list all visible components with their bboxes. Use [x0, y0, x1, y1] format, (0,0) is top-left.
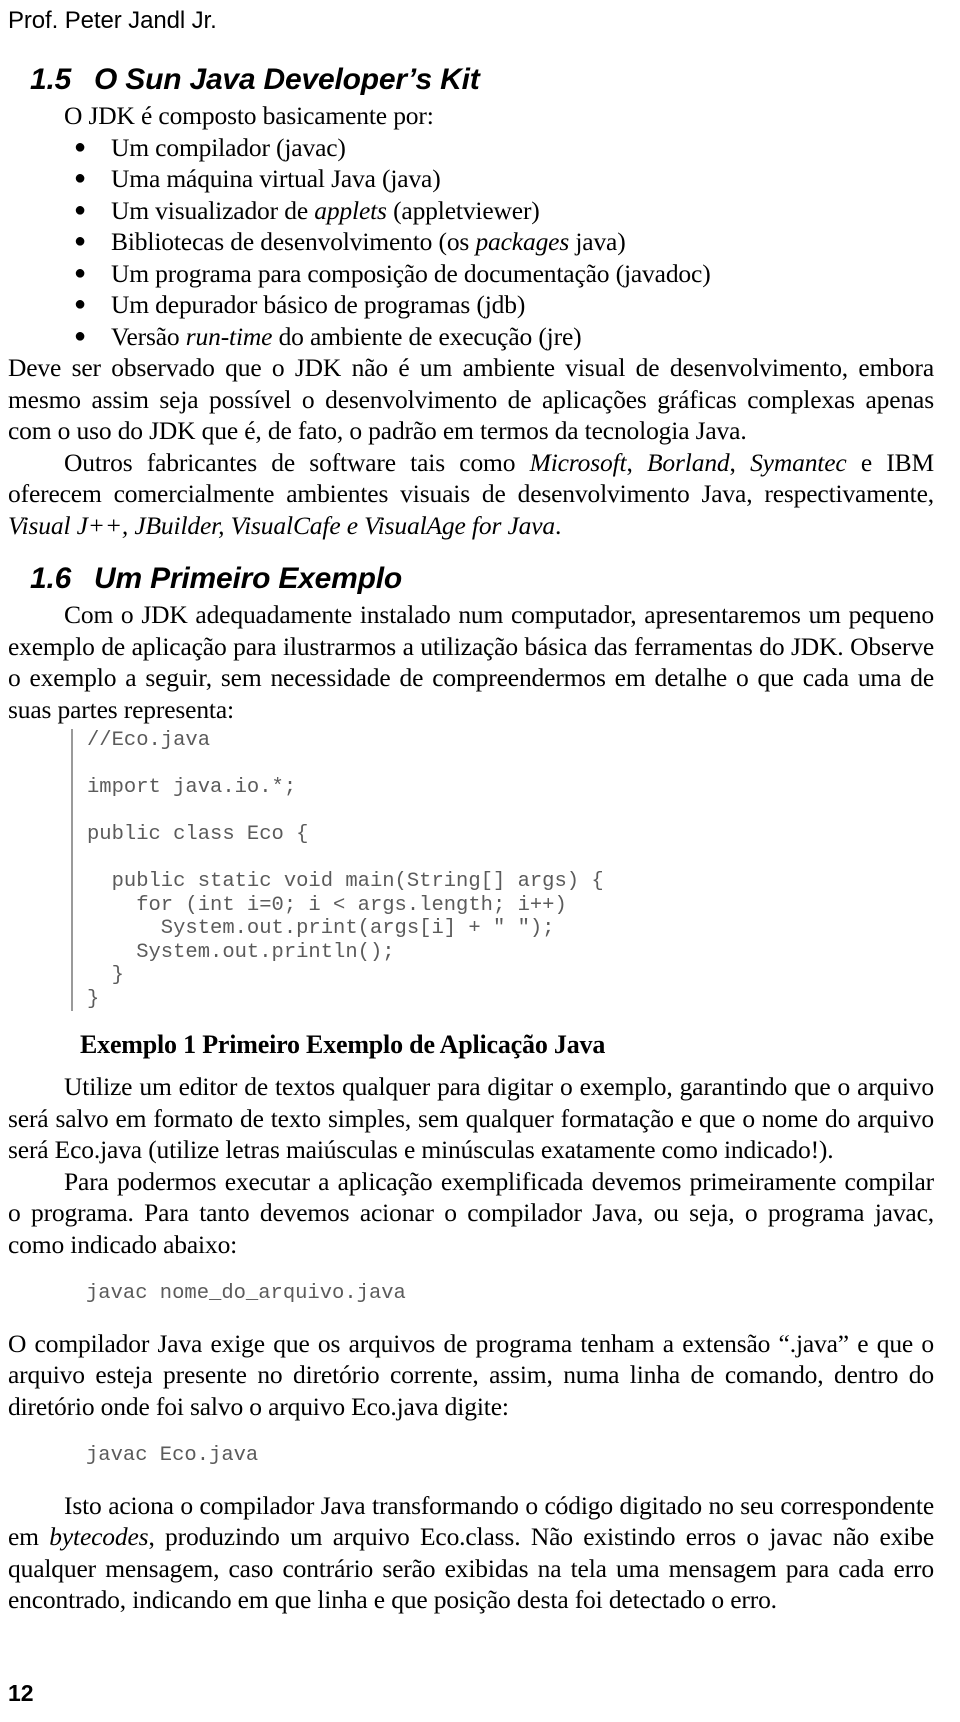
paragraph-text-segment: Outros fabricantes de software tais como [64, 447, 530, 477]
list-item: ● Um programa para composição de document… [8, 258, 934, 290]
command-line-container-1: javac nome_do_arquivo.java [86, 1282, 934, 1306]
page-number: 12 [8, 1680, 34, 1706]
list-item: ● Um depurador básico de programas (jdb) [8, 289, 934, 321]
list-item-label: Um compilador (javac) [111, 132, 346, 162]
list-item-label: Uma máquina virtual Java (java) [111, 164, 441, 193]
section-title-1-5: O Sun Java Developer’s Kit [94, 63, 480, 96]
jdk-components-list: ● Um compilador (javac) ● Uma máquina virt… [8, 132, 934, 353]
section-number-1-6: 1.6 [30, 562, 72, 595]
jdk-intro-line: O JDK é composto basicamente por: [64, 101, 434, 130]
list-item-label-post: java) [569, 227, 626, 256]
list-item-label-emphasis: run-time [185, 321, 273, 351]
list-item-label-pre: Um visualizador de [111, 195, 315, 225]
page-content: 1.5 O Sun Java Developer’s Kit O JDK é co… [8, 62, 934, 1616]
paragraph-bytecodes-explanation: Isto aciona o compilador Java transforma… [8, 1490, 934, 1616]
list-item: ● Bibliotecas de desenvolvimento (os pack… [8, 226, 934, 258]
list-item-label-post: do ambiente de execução (jre) [272, 321, 582, 351]
document-page: Prof. Peter Jandl Jr. 1.5 O Sun Java Deve… [0, 0, 960, 1722]
paragraph-editor-instructions: Utilize um editor de textos qualquer par… [8, 1072, 934, 1164]
code-example-container: //Eco.java import java.io.*; public clas… [71, 729, 934, 1011]
list-item-label-emphasis: applets [314, 195, 387, 225]
vendor-name-symantec: Symantec [750, 447, 847, 477]
paragraph-text-segment: , [626, 447, 647, 477]
term-bytecodes: bytecodes [49, 1522, 149, 1551]
bullet-icon: ● [74, 293, 86, 315]
list-item: ● Um compilador (javac) [8, 132, 934, 164]
bullet-icon: ● [74, 198, 86, 221]
code-command-javac-generic: javac nome_do_arquivo.java [86, 1282, 406, 1305]
product-names-list: Visual J++, JBuilder, VisualCafe e Visua… [8, 510, 555, 540]
section-heading-1-5: 1.5 O Sun Java Developer’s Kit [8, 62, 934, 98]
paragraph-compile-instructions: Para podermos executar a aplicação exemp… [8, 1166, 934, 1259]
paragraph-first-example-intro: Com o JDK adequadamente instalado num co… [8, 600, 934, 724]
bullet-icon: ● [74, 230, 86, 252]
paragraph-text-segment: . [555, 510, 562, 540]
list-item-label: Um programa para composição de documenta… [111, 258, 711, 288]
paragraph-other-vendors: Outros fabricantes de software tais como… [8, 447, 934, 542]
section-heading-1-6: 1.6 Um Primeiro Exemplo [8, 561, 934, 597]
bullet-icon: ● [74, 261, 86, 284]
section-number-1-5: 1.5 [30, 63, 72, 96]
list-item-label: Um depurador básico de programas (jdb) [111, 290, 526, 319]
code-block-eco-java: //Eco.java import java.io.*; public clas… [71, 729, 934, 1011]
figure-caption-exemplo-1: Exemplo 1 Primeiro Exemplo de Aplicação … [80, 1030, 606, 1059]
command-line-container-2: javac Eco.java [86, 1444, 934, 1468]
bullet-icon: ● [74, 324, 86, 347]
list-item-label-pre: Versão [111, 321, 186, 351]
list-item-label-post: (appletviewer) [386, 195, 540, 225]
bullet-icon: ● [74, 167, 86, 189]
running-header: Prof. Peter Jandl Jr. [8, 7, 217, 34]
list-item: ● Um visualizador de applets (appletviewe… [8, 195, 934, 227]
paragraph-text-segment: , [729, 447, 751, 477]
paragraph-jdk-not-visual: Deve ser observado que o JDK não é um am… [8, 353, 934, 445]
list-item-label-pre: Bibliotecas de desenvolvimento (os [111, 227, 476, 256]
list-item-label-emphasis: packages [475, 227, 570, 256]
vendor-name-borland: Borland [647, 447, 730, 477]
vendor-name-microsoft: Microsoft [529, 447, 627, 477]
list-item: ● Versão run-time do ambiente de execução… [8, 321, 934, 353]
bullet-icon: ● [74, 135, 86, 158]
section-title-1-6: Um Primeiro Exemplo [94, 562, 402, 595]
list-item: ● Uma máquina virtual Java (java) [8, 163, 934, 195]
paragraph-extension-requirements: O compilador Java exige que os arquivos … [8, 1328, 934, 1421]
code-command-javac-eco: javac Eco.java [86, 1444, 259, 1467]
